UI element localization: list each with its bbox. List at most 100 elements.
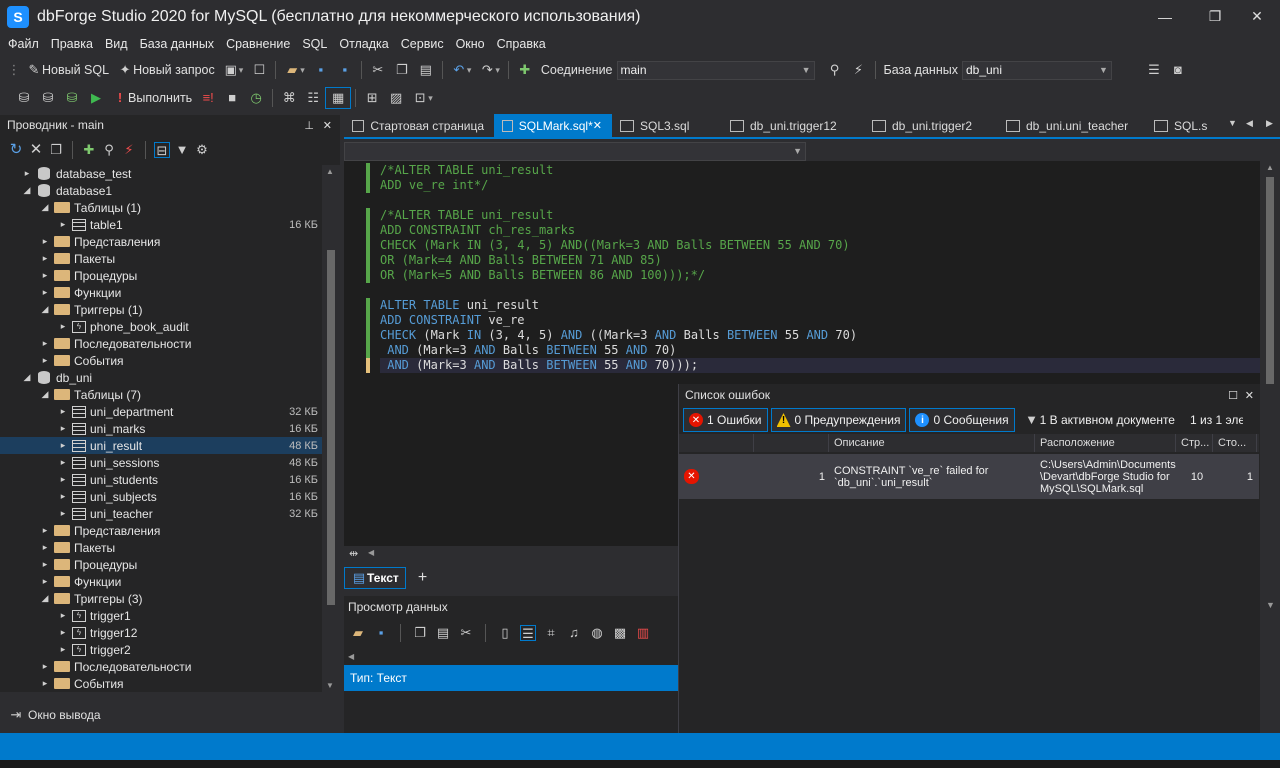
- scroll-up-icon[interactable]: ▲: [1266, 163, 1274, 172]
- binary-icon[interactable]: ▯: [497, 625, 513, 641]
- new-connection-icon[interactable]: ✚: [81, 142, 97, 158]
- tab-3[interactable]: db_uni.trigger12: [722, 114, 864, 137]
- refresh-icon[interactable]: ↻: [8, 142, 24, 158]
- expand-icon[interactable]: ▸: [56, 457, 70, 468]
- save-button[interactable]: ▪: [309, 59, 333, 81]
- tab-6[interactable]: SQL.s: [1146, 114, 1226, 137]
- expand-icon[interactable]: ▸: [38, 542, 52, 553]
- pin-icon[interactable]: ⊥: [304, 119, 314, 132]
- undo-button[interactable]: ↶ ▾: [447, 59, 476, 81]
- image-button[interactable]: ▨: [384, 87, 408, 109]
- tree-item-folder[interactable]: ▸ События: [0, 675, 322, 692]
- collapse-icon[interactable]: ◢: [38, 593, 52, 604]
- tree-item-folder[interactable]: ◢ Триггеры (3): [0, 590, 322, 607]
- connect-button[interactable]: ⚲: [823, 59, 847, 81]
- tree-item-table[interactable]: ▸ uni_students 16 КБ: [0, 471, 322, 488]
- error-row[interactable]: ✕ 1 CONSTRAINT `ve_re` failed for `db_un…: [679, 454, 1259, 499]
- split-icon[interactable]: ⇹: [349, 547, 358, 560]
- close-icon[interactable]: ✕: [323, 119, 332, 132]
- expand-icon[interactable]: ▸: [56, 321, 70, 332]
- tree-item-table[interactable]: ▸ uni_marks 16 КБ: [0, 420, 322, 437]
- tree-item-folder[interactable]: ▸ Функции: [0, 284, 322, 301]
- audio-icon[interactable]: ♫: [566, 625, 582, 641]
- paste-button[interactable]: ▤: [414, 59, 438, 81]
- web-icon[interactable]: ◍: [589, 625, 605, 641]
- expand-icon[interactable]: ▸: [56, 474, 70, 485]
- scroll-thumb[interactable]: [1266, 177, 1274, 417]
- xml-icon[interactable]: ⌗: [543, 625, 559, 641]
- tree-item-trig[interactable]: ▸ ϟ trigger2: [0, 641, 322, 658]
- new-query-button[interactable]: ✦ Новый запрос: [113, 59, 219, 81]
- expand-icon[interactable]: ▸: [38, 236, 52, 247]
- tree-item-folder[interactable]: ◢ Триггеры (1): [0, 301, 322, 318]
- connection-options-button[interactable]: ☰: [1142, 59, 1166, 81]
- db-action-1-button[interactable]: ⛁: [12, 87, 36, 109]
- active-document-filter-button[interactable]: ▼ 1 В активном документе: [1018, 408, 1181, 432]
- history-button[interactable]: ◷: [244, 87, 268, 109]
- connection-select[interactable]: main ▼: [616, 60, 815, 80]
- open-folder-icon[interactable]: ▰: [350, 625, 366, 641]
- expand-icon[interactable]: ▸: [56, 508, 70, 519]
- tree-item-trig[interactable]: ▸ ϟ phone_book_audit: [0, 318, 322, 335]
- tab-5[interactable]: db_uni.uni_teacher: [998, 114, 1146, 137]
- expand-icon[interactable]: ▸: [56, 219, 70, 230]
- tree-item-db[interactable]: ▸ database_test: [0, 165, 322, 182]
- text-tab[interactable]: ▤ Текст: [344, 567, 406, 589]
- disconnect-button[interactable]: ⚡: [847, 59, 871, 81]
- close-tab-icon[interactable]: ✕: [593, 119, 602, 132]
- tree-item-folder[interactable]: ▸ Представления: [0, 522, 322, 539]
- tree-item-folder[interactable]: ▸ Функции: [0, 573, 322, 590]
- format-button[interactable]: ⌘: [277, 87, 301, 109]
- column-col[interactable]: Сто...: [1213, 434, 1257, 452]
- open-button[interactable]: ▰ ▾: [280, 59, 309, 81]
- expand-icon[interactable]: ▸: [38, 678, 52, 689]
- tree-item-folder[interactable]: ▸ Процедуры: [0, 556, 322, 573]
- tree-item-trig[interactable]: ▸ ϟ trigger1: [0, 607, 322, 624]
- new-sql-button[interactable]: ✎ Новый SQL: [22, 59, 113, 81]
- output-window-tab[interactable]: ⇥ Окно вывода: [0, 704, 340, 726]
- run-button[interactable]: ▶: [84, 87, 108, 109]
- error-list-scrollbar[interactable]: ▼: [1260, 384, 1280, 760]
- scroll-down-icon[interactable]: ▼: [326, 681, 334, 690]
- db-action-2-button[interactable]: ⛁: [36, 87, 60, 109]
- new-document-button[interactable]: ▣ ▾: [219, 59, 248, 81]
- scroll-left-icon[interactable]: ◀: [1246, 118, 1253, 129]
- maximize-button[interactable]: ❐: [1192, 0, 1238, 33]
- menu-view[interactable]: Вид: [99, 37, 134, 51]
- settings-icon[interactable]: ⚙: [194, 142, 210, 158]
- new-connection-button[interactable]: ✚: [513, 59, 537, 81]
- expand-icon[interactable]: ▸: [38, 525, 52, 536]
- rtf-icon[interactable]: ▩: [612, 625, 628, 641]
- tree-item-table[interactable]: ▸ uni_result 48 КБ: [0, 437, 322, 454]
- close-icon[interactable]: ✕: [1245, 389, 1254, 402]
- menu-compare[interactable]: Сравнение: [220, 37, 296, 51]
- tree-item-folder[interactable]: ▸ Представления: [0, 233, 322, 250]
- save-all-button[interactable]: ▪: [333, 59, 357, 81]
- scroll-right-icon[interactable]: ▶: [1266, 118, 1273, 129]
- tab-1[interactable]: SQLMark.sql* ✕: [494, 114, 612, 137]
- connect-icon[interactable]: ⚲: [101, 142, 117, 158]
- filter-icon[interactable]: ▼: [174, 142, 190, 158]
- menu-help[interactable]: Справка: [491, 37, 552, 51]
- execute-current-button[interactable]: ≡!: [196, 87, 220, 109]
- scroll-down-icon[interactable]: ▼: [1266, 600, 1275, 610]
- tree-item-folder[interactable]: ▸ Пакеты: [0, 539, 322, 556]
- column-line[interactable]: Стр...: [1176, 434, 1213, 452]
- tree-item-table[interactable]: ▸ uni_sessions 48 КБ: [0, 454, 322, 471]
- expand-icon[interactable]: ▸: [56, 406, 70, 417]
- expand-icon[interactable]: ▸: [38, 661, 52, 672]
- object-select[interactable]: ▼: [344, 142, 806, 161]
- layout-button[interactable]: ⊞: [360, 87, 384, 109]
- grid-mode-button[interactable]: ▦: [325, 87, 352, 109]
- redo-button[interactable]: ↷ ▾: [475, 59, 504, 81]
- comment-button[interactable]: ☷: [301, 87, 325, 109]
- expand-icon[interactable]: ▸: [38, 338, 52, 349]
- camera-button[interactable]: ◙: [1166, 59, 1190, 81]
- expand-icon[interactable]: ▸: [38, 559, 52, 570]
- errors-filter-button[interactable]: ✕ 1 Ошибки: [683, 408, 768, 432]
- cut-icon[interactable]: ✂: [458, 625, 474, 641]
- collapse-icon[interactable]: ◢: [20, 372, 34, 383]
- column-description[interactable]: Описание: [829, 434, 1035, 452]
- pdf-icon[interactable]: ▥: [635, 625, 651, 641]
- text-view-icon[interactable]: ☰: [520, 625, 536, 641]
